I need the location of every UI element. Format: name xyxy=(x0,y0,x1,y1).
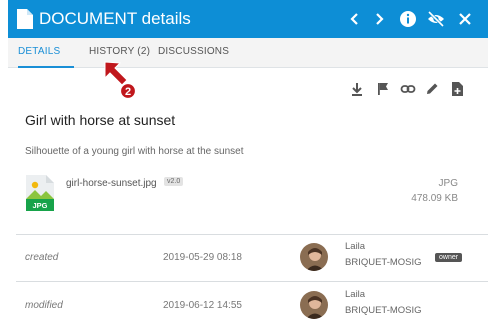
user-name: Laila BRIQUET-MOSIG xyxy=(345,241,422,268)
tab-details[interactable]: DETAILS xyxy=(18,38,75,68)
avatar xyxy=(300,291,328,319)
user-name: Laila BRIQUET-MOSIG xyxy=(345,289,422,316)
chevron-right-icon[interactable] xyxy=(368,8,390,30)
document-icon xyxy=(17,9,33,29)
history-label-modified: modified xyxy=(25,300,63,311)
divider xyxy=(16,234,488,235)
eye-off-icon[interactable] xyxy=(425,8,447,30)
image-file-icon: JPG xyxy=(26,175,54,211)
file-name-link[interactable]: girl-horse-sunset.jpg xyxy=(66,178,157,189)
details-content: Girl with horse at sunset Silhouette of … xyxy=(8,69,488,336)
file-add-icon[interactable] xyxy=(449,81,465,97)
details-header: DOCUMENT details xyxy=(8,0,488,38)
download-icon[interactable] xyxy=(349,81,365,97)
history-date-created: 2019-05-29 08:18 xyxy=(163,252,242,263)
flag-icon[interactable] xyxy=(375,81,391,97)
close-icon[interactable] xyxy=(454,8,476,30)
panel-title: DOCUMENT details xyxy=(39,9,191,28)
thumb-label: JPG xyxy=(32,201,47,210)
file-size: 478.09 KB xyxy=(411,193,458,204)
chevron-left-icon[interactable] xyxy=(344,8,366,30)
version-badge: v2.0 xyxy=(164,177,184,186)
history-date-modified: 2019-06-12 14:55 xyxy=(163,300,242,311)
info-icon[interactable] xyxy=(397,8,419,30)
document-title: Girl with horse at sunset xyxy=(25,112,176,128)
link-icon[interactable] xyxy=(400,81,416,97)
avatar xyxy=(300,243,328,271)
annotation-arrow-icon: 2 xyxy=(104,61,137,100)
edit-icon[interactable] xyxy=(424,81,440,97)
annotation-number: 2 xyxy=(125,86,131,98)
tab-discussions[interactable]: DISCUSSIONS xyxy=(158,38,229,68)
owner-badge: owner xyxy=(435,253,463,262)
tab-bar: DETAILS HISTORY (2) DISCUSSIONS xyxy=(8,38,488,68)
divider xyxy=(16,281,488,282)
history-label-created: created xyxy=(25,252,59,263)
file-type: JPG xyxy=(438,178,458,189)
document-description: Silhouette of a young girl with horse at… xyxy=(25,146,244,157)
